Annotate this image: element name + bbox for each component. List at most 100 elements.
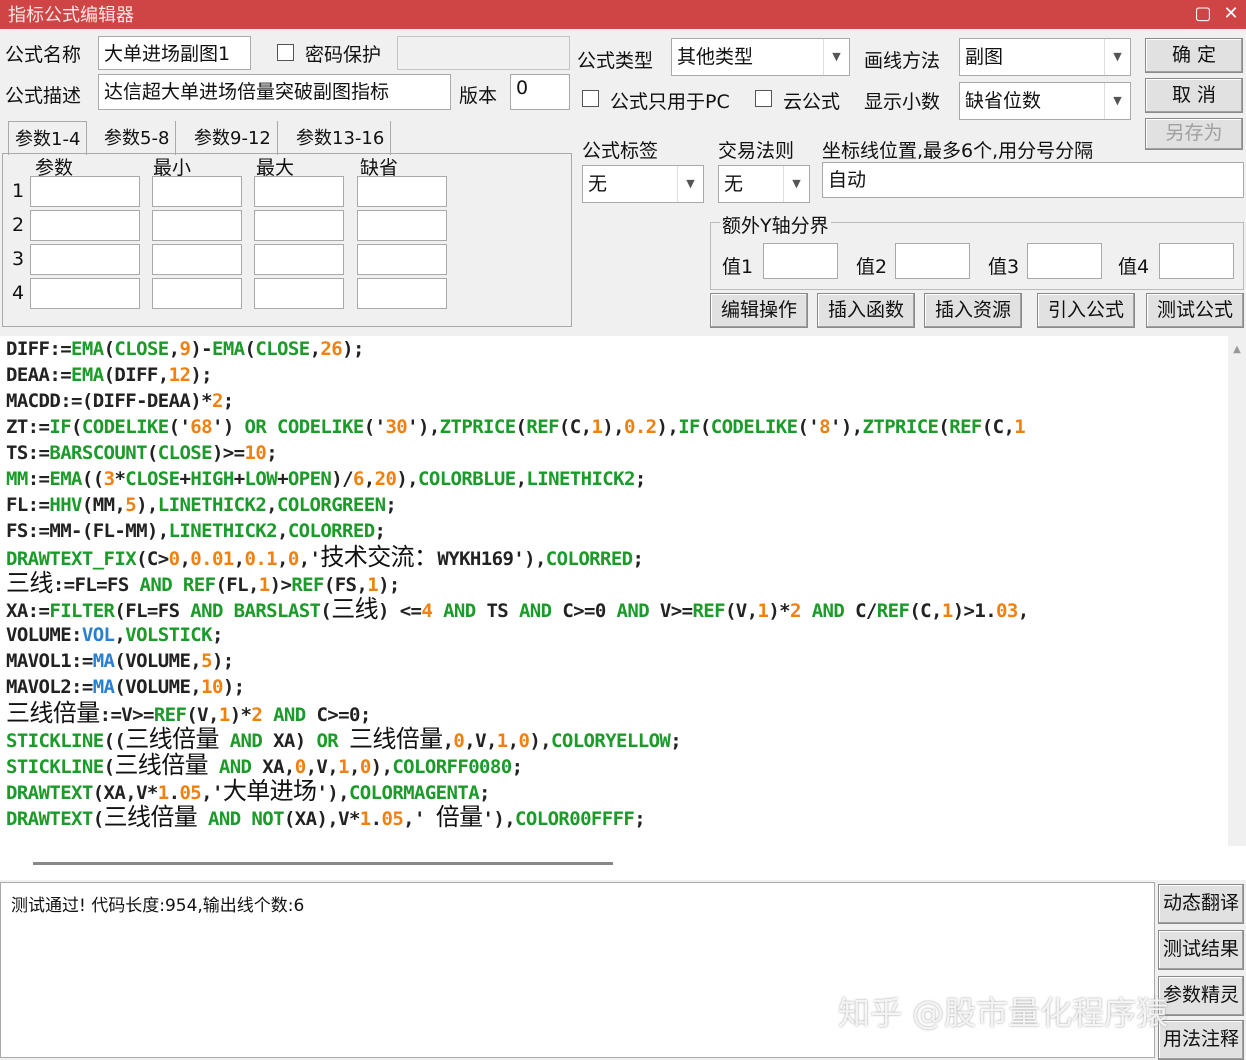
translate-button[interactable]: 动态翻译 xyxy=(1158,884,1244,924)
code-token: LINETHICK2 xyxy=(168,520,278,542)
code-token: 05 xyxy=(381,808,404,830)
title-bar: 指标公式编辑器 xyxy=(0,0,1246,29)
param-wizard-button[interactable]: 参数精灵 xyxy=(1158,976,1244,1016)
code-token: '), xyxy=(829,416,863,438)
code-token: (C, xyxy=(558,416,592,438)
cloud-checkbox[interactable] xyxy=(755,90,772,107)
insert-resource-button[interactable]: 插入资源 xyxy=(924,293,1022,328)
decimals-select[interactable]: 缺省位数 ▼ xyxy=(959,82,1131,120)
code-token: MACDD:=(DIFF-DEAA)* xyxy=(6,390,213,412)
password-input[interactable] xyxy=(397,36,570,70)
code-token: (C, xyxy=(981,416,1015,438)
tag-select[interactable]: 无 ▼ xyxy=(582,165,704,203)
code-token: ,V, xyxy=(305,756,339,778)
param-cell-min[interactable] xyxy=(152,278,242,309)
code-token: 三线倍量 xyxy=(103,803,198,831)
pc-only-checkbox[interactable] xyxy=(582,90,599,107)
code-editor[interactable]: DIFF:=EMA(CLOSE,9)-EMA(CLOSE,26); DEAA:=E… xyxy=(0,336,1228,846)
param-cell-max[interactable] xyxy=(254,210,344,241)
ok-button[interactable]: 确 定 xyxy=(1145,38,1243,73)
cancel-button[interactable]: 取 消 xyxy=(1145,78,1243,113)
param-cell-max[interactable] xyxy=(254,176,344,207)
code-token: (C, xyxy=(909,600,942,622)
param-cell-name[interactable] xyxy=(30,278,140,309)
scrollbar-thumb[interactable] xyxy=(33,862,613,865)
param-cell-name[interactable] xyxy=(30,176,140,207)
test-result-button[interactable]: 测试结果 xyxy=(1158,930,1244,970)
insert-function-button[interactable]: 插入函数 xyxy=(817,293,915,328)
tab-params-9-12[interactable]: 参数9-12 xyxy=(188,121,278,155)
code-token: ,' xyxy=(201,782,223,804)
formula-name-input[interactable]: 大单进场副图1 xyxy=(98,36,251,70)
code-token: )>1. xyxy=(952,600,997,622)
code-token: CLOSE xyxy=(255,338,310,360)
value1-input[interactable] xyxy=(763,243,838,279)
usage-notes-button[interactable]: 用法注释 xyxy=(1158,1020,1244,1060)
code-token: 0 xyxy=(453,730,465,752)
param-cell-min[interactable] xyxy=(152,176,242,207)
param-cell-name[interactable] xyxy=(30,210,140,241)
code-token: ; xyxy=(385,494,397,516)
code-token: 1 xyxy=(359,808,371,830)
scroll-up-icon[interactable]: ▲ xyxy=(1228,344,1246,355)
vertical-scrollbar[interactable]: ▲ xyxy=(1228,336,1246,846)
param-cell-default[interactable] xyxy=(357,176,447,207)
formula-desc-input[interactable]: 达信超大单进场倍量突破副图指标 xyxy=(98,74,451,110)
code-token: COLORMAGENTA xyxy=(348,782,480,804)
value2-label: 值2 xyxy=(856,256,888,278)
code-line: FL:=HHV(MM,5),LINETHICK2,COLORGREEN; xyxy=(6,492,1222,518)
value4-input[interactable] xyxy=(1159,243,1234,279)
value2-input[interactable] xyxy=(895,243,970,279)
param-cell-default[interactable] xyxy=(357,210,447,241)
trade-rule-select[interactable]: 无 ▼ xyxy=(718,165,810,203)
formula-type-select[interactable]: 其他类型 ▼ xyxy=(671,38,850,76)
param-cell-min[interactable] xyxy=(152,244,242,275)
password-checkbox[interactable] xyxy=(277,44,294,61)
save-as-button[interactable]: 另存为 xyxy=(1145,118,1243,150)
axis-input[interactable]: 自动 xyxy=(822,162,1244,198)
close-button[interactable]: ✕ xyxy=(1216,0,1246,29)
param-cell-default[interactable] xyxy=(357,244,447,275)
code-token: , xyxy=(507,730,519,752)
code-token: TS xyxy=(475,600,519,622)
code-token: STICKLINE xyxy=(6,756,104,778)
code-line: 三线:=FL=FS AND REF(FL,1)>REF(FS,1); xyxy=(6,570,1222,596)
draw-method-select[interactable]: 副图 ▼ xyxy=(959,38,1131,76)
param-cell-min[interactable] xyxy=(152,210,242,241)
import-formula-button[interactable]: 引入公式 xyxy=(1037,293,1135,328)
code-token: REF xyxy=(692,600,725,622)
param-cell-max[interactable] xyxy=(254,278,344,309)
code-token: ); xyxy=(211,650,234,672)
code-line: DRAWTEXT(三线倍量 AND NOT(XA),V*1.05,' 倍量'),… xyxy=(6,804,1222,830)
code-token: 2 xyxy=(790,600,801,622)
tab-params-5-8[interactable]: 参数5-8 xyxy=(98,121,177,155)
param-cell-name[interactable] xyxy=(30,244,140,275)
chevron-down-icon: ▼ xyxy=(1104,39,1130,75)
code-token: VOLSTICK xyxy=(125,624,212,646)
horizontal-scrollbar[interactable] xyxy=(0,846,1246,880)
version-input[interactable]: 0 xyxy=(510,74,570,110)
value3-input[interactable] xyxy=(1027,243,1102,279)
code-token: XA) xyxy=(262,730,317,752)
code-token: 1 xyxy=(941,600,953,622)
code-line: 三线倍量:=V>=REF(V,1)*2 AND C>=0; xyxy=(6,700,1222,726)
param-cell-max[interactable] xyxy=(254,244,344,275)
code-token: , xyxy=(442,730,454,752)
chevron-down-icon: ▼ xyxy=(783,166,809,202)
code-token: EMA xyxy=(49,468,82,490)
code-token: VOLUME: xyxy=(6,624,82,646)
edit-ops-button[interactable]: 编辑操作 xyxy=(710,293,808,328)
code-line: MACDD:=(DIFF-DEAA)*2; xyxy=(6,388,1222,414)
code-token: DEAA:= xyxy=(6,364,72,386)
tab-params-13-16[interactable]: 参数13-16 xyxy=(290,121,392,155)
tab-params-1-4[interactable]: 参数1-4 xyxy=(8,121,88,155)
param-cell-default[interactable] xyxy=(357,278,447,309)
decimals-label: 显示小数 xyxy=(864,91,941,113)
code-token: AND xyxy=(208,808,241,830)
maximize-button[interactable]: ▢ xyxy=(1188,0,1218,29)
test-formula-button[interactable]: 测试公式 xyxy=(1146,293,1244,328)
code-token: , xyxy=(179,548,191,570)
